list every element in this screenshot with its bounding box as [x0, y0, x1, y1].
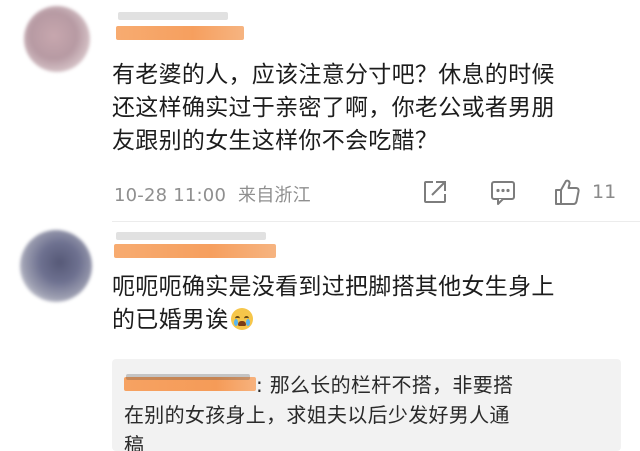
- thumbs-up-icon: [555, 179, 580, 205]
- crying-face-emoji-icon: [230, 308, 253, 330]
- username-redacted-shadow: [116, 232, 266, 240]
- username-redaction: [114, 244, 276, 258]
- comment-line: 呃呃呃确实是没看到过把脚搭其他女生身上: [112, 274, 555, 300]
- reply-line: 稿: [124, 433, 145, 451]
- comment-line: 还这样确实过于亲密了啊，你老公或者男朋: [112, 95, 555, 121]
- like-button[interactable]: 11: [552, 176, 616, 208]
- like-count: 11: [592, 181, 617, 203]
- username-redaction: [116, 26, 244, 40]
- reply-button[interactable]: [489, 176, 517, 208]
- comment-item: 呃呃呃确实是没看到过把脚搭其他女生身上 的已婚男诶 : 那么长的栏杆不搭，非要搭…: [0, 222, 640, 451]
- share-icon: [424, 181, 446, 203]
- username-redacted-shadow: [118, 12, 228, 20]
- reply-username-redaction: [124, 374, 256, 391]
- timestamp: 10-28 11:00: [114, 185, 227, 206]
- comment-line: 友跟别的女生这样你不会吃醋？: [112, 128, 439, 154]
- reply-line-text: : 那么长的栏杆不搭，非要搭: [256, 373, 514, 397]
- share-button[interactable]: [421, 176, 449, 208]
- comment-item: 有老婆的人，应该注意分寸吧？休息的时候 还这样确实过于亲密了啊，你老公或者男朋 …: [0, 0, 640, 222]
- avatar[interactable]: [24, 6, 90, 72]
- reply-line: : 那么长的栏杆不搭，非要搭: [124, 370, 614, 400]
- comment-line: 有老婆的人，应该注意分寸吧？休息的时候: [112, 62, 555, 88]
- comment-text: 有老婆的人，应该注意分寸吧？休息的时候 还这样确实过于亲密了啊，你老公或者男朋 …: [112, 59, 622, 158]
- location: 来自浙江: [238, 185, 311, 206]
- reply-line: 在别的女孩身上，求姐夫以后少发好男人通: [124, 403, 510, 427]
- comment-meta: 10-28 11:00 来自浙江: [114, 181, 311, 207]
- comment-icon: [491, 181, 515, 205]
- comment-line: 的已婚男诶: [112, 304, 622, 337]
- reply-preview[interactable]: : 那么长的栏杆不搭，非要搭 在别的女孩身上，求姐夫以后少发好男人通 稿: [112, 359, 621, 451]
- comment-line-text: 的已婚男诶: [112, 307, 229, 333]
- comment-text: 呃呃呃确实是没看到过把脚搭其他女生身上 的已婚男诶: [112, 271, 622, 337]
- avatar[interactable]: [20, 230, 92, 302]
- reply-text: : 那么长的栏杆不搭，非要搭 在别的女孩身上，求姐夫以后少发好男人通 稿: [124, 370, 614, 451]
